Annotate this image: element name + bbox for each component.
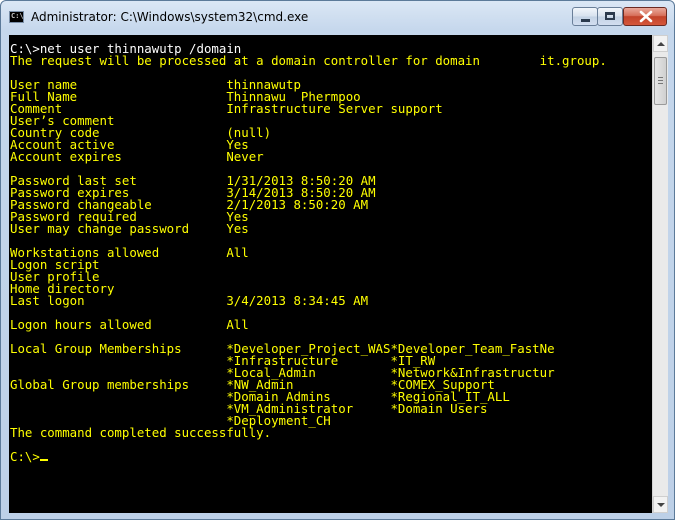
thumb-grip-icon — [658, 80, 663, 81]
maximize-icon — [605, 12, 615, 20]
scrollbar-thumb[interactable] — [654, 57, 667, 105]
thumb-grip-icon — [658, 77, 663, 78]
arrow-down-icon — [657, 503, 665, 507]
console-line: C:\> — [10, 449, 40, 464]
cmd-window: C:\ Administrator: C:\Windows\system32\c… — [0, 0, 675, 520]
minimize-icon — [581, 19, 590, 22]
title-bar[interactable]: C:\ Administrator: C:\Windows\system32\c… — [1, 1, 676, 35]
console-app-icon-label: C:\ — [11, 12, 24, 20]
console-app-icon[interactable]: C:\ — [9, 11, 24, 23]
console-output[interactable]: C:\>net user thinnawutp /domain The requ… — [9, 35, 652, 513]
console-line: Account expires Never — [10, 149, 264, 164]
close-button[interactable] — [623, 7, 667, 26]
close-icon — [639, 10, 653, 23]
arrow-up-icon — [657, 42, 665, 46]
window-title: Administrator: C:\Windows\system32\cmd.e… — [31, 10, 309, 24]
console-line: The request will be processed at a domai… — [10, 53, 607, 68]
minimize-button[interactable] — [572, 7, 598, 26]
console-line: User may change password Yes — [10, 221, 249, 236]
console-line: The command completed successfully. — [10, 425, 272, 440]
scroll-down-button[interactable] — [653, 496, 668, 513]
vertical-scrollbar[interactable] — [652, 35, 668, 513]
text-cursor — [39, 459, 48, 461]
console-line: Logon hours allowed All — [10, 317, 249, 332]
console-text: C:\>net user thinnawutp /domain The requ… — [9, 35, 652, 463]
scroll-up-button[interactable] — [653, 35, 668, 52]
console-line: Last logon 3/4/2013 8:34:45 AM — [10, 293, 369, 308]
thumb-grip-icon — [658, 83, 663, 84]
maximize-button[interactable] — [597, 7, 623, 26]
